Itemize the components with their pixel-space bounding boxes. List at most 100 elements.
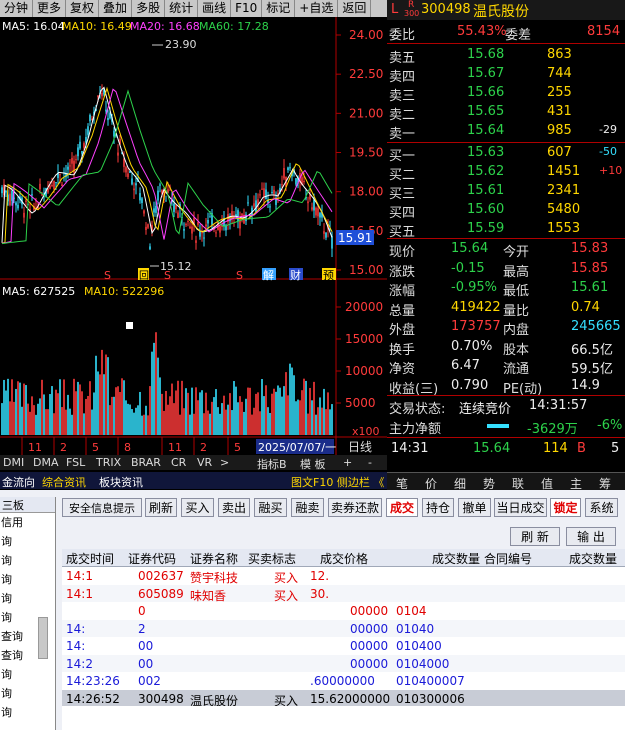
trade-row-2[interactable]: 0 00000 0104 [62, 602, 625, 620]
trade-button-9[interactable]: 撤单 [458, 498, 491, 517]
toolbar-more[interactable]: 更多 [33, 0, 67, 17]
trade-row-3[interactable]: 14: 2 00000 01040 [62, 619, 625, 638]
marker-forecast[interactable]: 预 [323, 269, 334, 282]
trade-time-3: 14: [66, 621, 86, 636]
ma20-label: MA20: 16.68 [130, 20, 200, 33]
trade-button-6[interactable]: 卖券还款 [328, 498, 382, 517]
ask-volume-2: 431 [547, 104, 572, 119]
trade-button-4[interactable]: 融买 [254, 498, 287, 517]
toolbar-draw[interactable]: 画线 [198, 0, 232, 17]
trade-button-3[interactable]: 卖出 [218, 498, 250, 517]
tab-vr[interactable]: VR [197, 456, 212, 469]
stat-label-a-5: 换手 [389, 342, 416, 358]
tab-fsl[interactable]: FSL [66, 456, 85, 469]
trade-row-5[interactable]: 14:2 00 00000 0104000 [62, 654, 625, 673]
marker-finance[interactable]: 财 [290, 268, 301, 282]
trade-contract-6: 010400007 [396, 674, 465, 688]
marker-review[interactable]: 回 [139, 270, 149, 282]
indicator-b-button[interactable]: 指标B [257, 456, 287, 472]
trade-button-1[interactable]: 刷新 [145, 498, 177, 517]
trade-row-0[interactable]: 14:1 002637 赞宇科技 买入 12. [62, 567, 625, 585]
grid-header-5[interactable]: 成交数量 [432, 550, 480, 567]
stat-value-a-3: 419422 [451, 299, 501, 315]
toolbar-back[interactable]: 返回 [338, 0, 372, 17]
zoom-out-button[interactable]: - [368, 456, 372, 469]
left-nav-item-0[interactable]: 信用 [0, 514, 23, 530]
trade-button-0[interactable]: 安全信息提示 [62, 498, 142, 517]
kline-chart[interactable]: 24.0022.5021.0019.5018.0016.5015.00 2000… [0, 17, 387, 455]
date-tick-5: 2 [200, 441, 207, 454]
left-nav-item-10[interactable]: 询 [0, 704, 12, 720]
left-nav-item-1[interactable]: 询 [0, 533, 12, 549]
ask-price-5: 15.68 [467, 47, 505, 62]
trade-row-6[interactable]: 14:23:26 002 .60000000 010400007 [62, 672, 625, 690]
tab-trix[interactable]: TRIX [96, 456, 121, 469]
grid-header-0[interactable]: 成交时间 [66, 550, 114, 567]
trade-row-1[interactable]: 14:1 605089 味知香 买入 30. [62, 584, 625, 603]
trade-button-12[interactable]: 系统 [585, 498, 618, 517]
left-nav-item-3[interactable]: 询 [0, 571, 12, 587]
bid-volume-5: 1553 [547, 221, 581, 236]
trade-button-8[interactable]: 持仓 [422, 498, 454, 517]
left-nav-item-6[interactable]: 查询 [0, 628, 23, 644]
tab-dma[interactable]: DMA [33, 456, 59, 469]
volume-tick-1: 15000 [345, 332, 383, 346]
info-tabs: 金流向 综合资讯 板块资讯 图文F10 侧边栏 《 [0, 472, 387, 489]
trade-button-10[interactable]: 当日成交 [494, 498, 547, 517]
template-button[interactable]: 模 板 [300, 456, 326, 472]
tab-cr[interactable]: CR [171, 456, 186, 469]
stat-label-a-4: 外盘 [389, 323, 416, 338]
grid-header-3[interactable]: 买卖标志 [248, 550, 296, 567]
trade-button-2[interactable]: 买入 [181, 498, 214, 517]
left-nav-scrollbar[interactable] [38, 617, 48, 659]
toolbar-fuquan[interactable]: 复权 [66, 0, 100, 17]
marker-s-3[interactable]: S [236, 269, 243, 282]
toolbar-watchlist[interactable]: +自选 [295, 0, 339, 17]
left-nav-item-4[interactable]: 询 [0, 590, 12, 606]
toolbar-overlay[interactable]: 叠加 [99, 0, 133, 17]
toolbar-minute[interactable]: 分钟 [0, 0, 34, 17]
period-label[interactable]: 日线 [348, 440, 372, 454]
left-nav-item-7[interactable]: 查询 [0, 647, 23, 663]
ask-price-1: 15.64 [467, 123, 505, 138]
trade-button-7[interactable]: 成交 [386, 498, 418, 517]
toolbar-stats[interactable]: 统计 [165, 0, 199, 17]
marker-s-1[interactable]: S [104, 269, 111, 282]
left-nav-item-2[interactable]: 询 [0, 552, 12, 568]
toolbar-mark[interactable]: 标记 [262, 0, 296, 17]
trade-price-1: 30. [310, 586, 330, 601]
left-nav-item-5[interactable]: 询 [0, 609, 12, 625]
trade-button-5[interactable]: 融卖 [291, 498, 324, 517]
refresh-button[interactable]: 刷 新 [510, 527, 560, 546]
trade-row-7[interactable]: 14:26:52 300498 温氏股份 买入 15.62000000 010300006 [62, 689, 625, 708]
grid-header-1[interactable]: 证券代码 [128, 550, 176, 567]
tab-brar[interactable]: BRAR [131, 456, 161, 469]
trade-row-4[interactable]: 14: 00 00000 010400 [62, 637, 625, 655]
trade-button-11[interactable]: 锁定 [550, 498, 581, 517]
export-button[interactable]: 输 出 [566, 527, 616, 546]
toolbar-f10[interactable]: F10 [231, 0, 263, 17]
grid-header-4[interactable]: 成交价格 [320, 550, 368, 567]
volume-tick-2: 10000 [345, 364, 383, 378]
tab-capital-flow[interactable]: 金流向 [2, 474, 35, 490]
zoom-in-button[interactable]: + [343, 456, 352, 469]
tab-sector-news[interactable]: 板块资讯 [99, 474, 143, 490]
toolbar-multi[interactable]: 多股 [132, 0, 166, 17]
vol-ma5-label: MA5: 627525 [2, 285, 75, 298]
stat-value-b-2: 15.61 [571, 280, 609, 295]
grid-header-7[interactable]: 成交数量 [569, 550, 617, 567]
left-nav-item-8[interactable]: 询 [0, 666, 12, 682]
ask-price-2: 15.65 [467, 104, 505, 119]
tab-news[interactable]: 综合资讯 [42, 474, 86, 490]
trade-status-time: 14:31:57 [529, 398, 588, 413]
tab-dmi[interactable]: DMI [3, 456, 24, 469]
marker-s-2[interactable]: S [164, 269, 171, 282]
left-nav-item-9[interactable]: 询 [0, 685, 12, 701]
bid-volume-4: 5480 [547, 202, 581, 217]
current-price-label: 15.91 [338, 231, 372, 245]
f10-sidebar-toggle[interactable]: 图文F10 侧边栏 《 [291, 474, 384, 490]
grid-header-6[interactable]: 合同编号 [484, 550, 532, 567]
tab-next[interactable]: > [220, 456, 229, 469]
marker-unlock[interactable]: 解 [263, 268, 274, 282]
grid-header-2[interactable]: 证券名称 [190, 550, 238, 567]
